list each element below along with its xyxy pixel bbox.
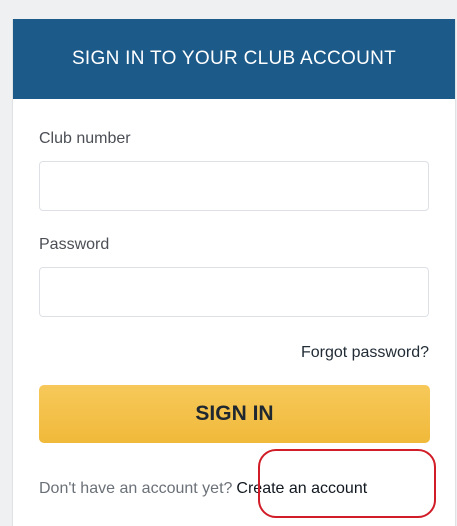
footer-row: Don't have an account yet? Create an acc… (39, 480, 367, 498)
club-number-label: Club number (39, 130, 131, 147)
header-title: SIGN IN TO YOUR CLUB ACCOUNT (71, 48, 397, 69)
no-account-text: Don't have an account yet? (39, 480, 233, 497)
sign-in-button[interactable]: SIGN IN (39, 385, 430, 443)
create-account-link[interactable]: Create an account (236, 480, 367, 498)
club-number-input[interactable] (39, 161, 429, 211)
card-header: SIGN IN TO YOUR CLUB ACCOUNT (13, 19, 455, 99)
password-input[interactable] (39, 267, 429, 317)
forgot-password-link[interactable]: Forgot password? (301, 344, 429, 362)
sign-in-card: SIGN IN TO YOUR CLUB ACCOUNT Club number… (12, 19, 456, 526)
password-label: Password (39, 236, 110, 253)
